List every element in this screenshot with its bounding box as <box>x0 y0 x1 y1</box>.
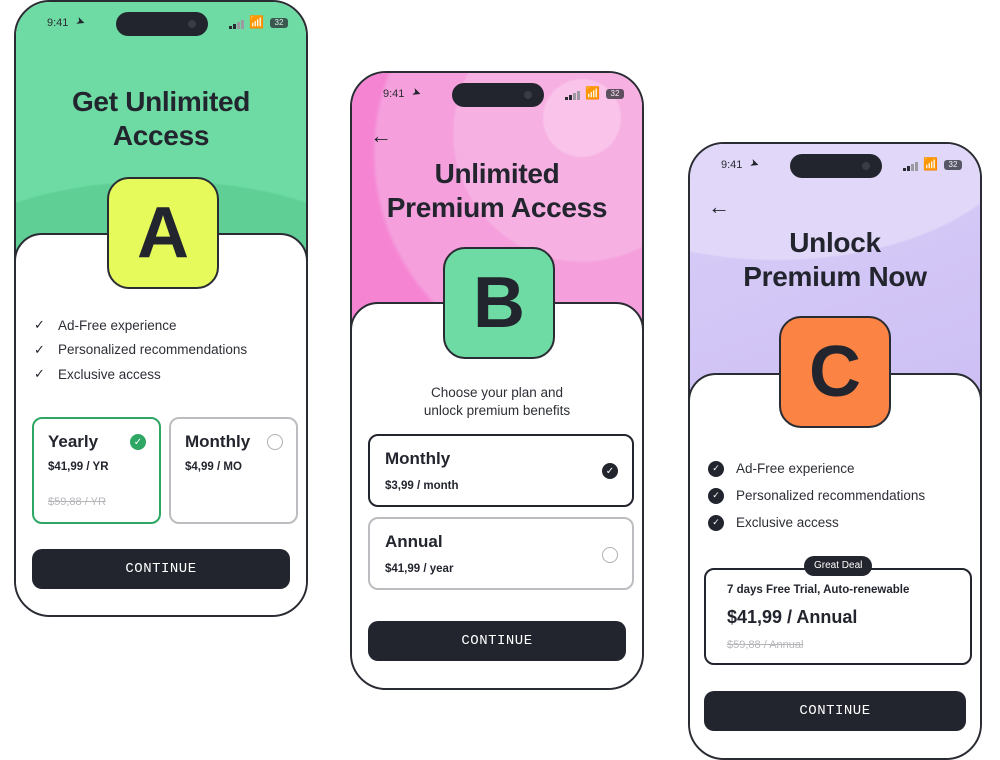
trial-text: 7 days Free Trial, Auto-renewable <box>727 584 910 596</box>
wifi-icon: 📶 <box>923 157 938 171</box>
check-circle-icon: ✓ <box>708 460 724 477</box>
wifi-icon: 📶 <box>585 86 600 100</box>
battery-icon: 32 <box>606 89 624 99</box>
status-time: 9:41 <box>47 17 69 29</box>
back-arrow-icon[interactable]: ← <box>370 125 392 147</box>
page-title: Unlimited Premium Access <box>386 158 608 223</box>
plan-card-monthly[interactable]: Monthly $4,99 / MO <box>169 417 298 524</box>
paywall-variant-c: 9:41 ➤ 📶 32 ← Unlock Premium Now C ✓ Ad-F… <box>688 142 982 760</box>
dynamic-island <box>790 154 882 178</box>
radio-unselected-icon <box>267 434 283 450</box>
signal-icon <box>565 91 580 100</box>
plan-price: $41,99 / year <box>385 563 454 575</box>
status-bar: 9:41 ➤ 📶 32 <box>16 12 306 36</box>
selected-check-icon: ✓ <box>602 463 618 479</box>
status-bar: 9:41 ➤ 📶 32 <box>352 83 642 107</box>
content-sheet: ✓ Ad-Free experience ✓ Personalized recomm… <box>690 373 980 758</box>
camera-icon <box>188 20 196 28</box>
battery-icon: 32 <box>270 18 288 28</box>
plan-price: $3,99 / month <box>385 480 459 492</box>
plan-old-price: $59,88 / YR <box>48 496 106 508</box>
feature-item: ✓ Ad-Free experience <box>34 317 177 333</box>
continue-button[interactable]: CONTINUE <box>32 549 290 589</box>
plan-price: $4,99 / MO <box>185 461 242 473</box>
status-bar: 9:41 ➤ 📶 32 <box>690 154 980 178</box>
content-sheet: ✓ Ad-Free experience ✓ Personalized recomm… <box>16 233 306 615</box>
dynamic-island <box>116 12 208 36</box>
feature-list: ✓ Ad-Free experience ✓ Personalized recomm… <box>708 455 970 536</box>
plan-card-annual[interactable]: Annual $41,99 / year <box>368 517 634 590</box>
continue-button[interactable]: CONTINUE <box>704 691 966 731</box>
plan-name: Monthly <box>185 432 251 451</box>
signal-icon <box>903 162 918 171</box>
deal-old-price: $59,88 / Annual <box>727 639 804 651</box>
page-title: Unlock Premium Now <box>743 227 927 292</box>
paywall-variant-a: 9:41 ➤ 📶 32 Get Unlimited Access A ✓ Ad-F… <box>14 0 308 617</box>
deal-card[interactable]: Great Deal 7 days Free Trial, Auto-renew… <box>704 556 972 665</box>
feature-item: ✓ Personalized recommendations <box>34 341 248 358</box>
location-arrow-icon: ➤ <box>74 14 87 30</box>
plan-card-yearly[interactable]: Yearly ✓ $41,99 / YR $59,88 / YR <box>32 417 161 524</box>
camera-icon <box>862 162 870 170</box>
great-deal-tag: Great Deal <box>804 556 873 576</box>
camera-icon <box>524 91 532 99</box>
signal-icon <box>229 20 244 29</box>
plan-subtitle: Choose your plan and unlock premium bene… <box>423 385 571 418</box>
plan-card-monthly[interactable]: Monthly $3,99 / month ✓ <box>368 434 634 507</box>
plan-name: Yearly <box>48 432 99 451</box>
back-arrow-icon[interactable]: ← <box>708 196 730 218</box>
feature-list: ✓ Ad-Free experience ✓ Personalized recomm… <box>34 313 296 387</box>
dynamic-island <box>452 83 544 107</box>
location-arrow-icon: ➤ <box>748 156 761 172</box>
wifi-icon: 📶 <box>249 15 264 29</box>
feature-item: ✓ Personalized recommendations <box>708 482 970 509</box>
feature-item: ✓ Exclusive access <box>34 366 161 382</box>
plan-name: Monthly <box>385 449 451 468</box>
check-icon: ✓ <box>34 366 45 382</box>
paywall-variant-b: 9:41 ➤ 📶 32 ← Unlimited Premium Access B… <box>350 71 644 690</box>
battery-icon: 32 <box>944 160 962 170</box>
deal-price: $41,99 / Annual <box>727 607 858 627</box>
check-icon: ✓ <box>34 317 45 333</box>
variant-badge: A <box>107 177 219 289</box>
page-title: Get Unlimited Access <box>71 86 251 151</box>
plan-name: Annual <box>385 532 443 551</box>
check-circle-icon: ✓ <box>708 514 724 531</box>
feature-item: ✓ Exclusive access <box>708 509 970 536</box>
variant-badge: C <box>779 316 891 428</box>
location-arrow-icon: ➤ <box>410 85 423 101</box>
radio-unselected-icon <box>602 547 618 563</box>
variant-badge: B <box>443 247 555 359</box>
continue-button[interactable]: CONTINUE <box>368 621 626 661</box>
check-icon: ✓ <box>34 341 45 357</box>
status-time: 9:41 <box>721 159 743 171</box>
content-sheet: Choose your plan and unlock premium bene… <box>352 302 642 688</box>
selected-check-icon: ✓ <box>130 434 146 450</box>
feature-item: ✓ Ad-Free experience <box>708 455 970 482</box>
plan-price: $41,99 / YR <box>48 461 109 473</box>
check-circle-icon: ✓ <box>708 487 724 504</box>
status-time: 9:41 <box>383 88 405 100</box>
